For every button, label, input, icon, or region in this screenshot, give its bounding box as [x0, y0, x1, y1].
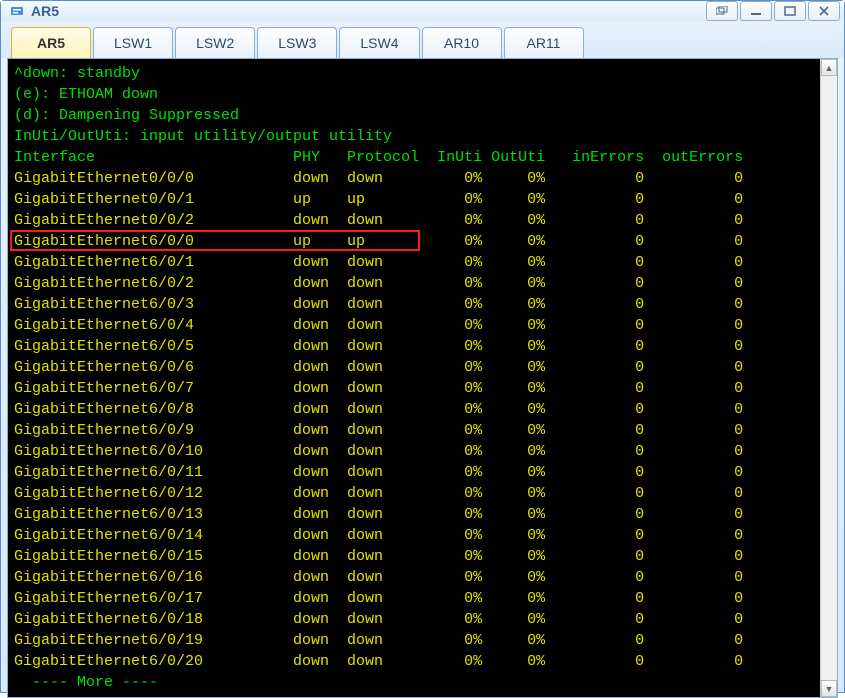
tab-lsw1[interactable]: LSW1: [93, 27, 173, 58]
tab-lsw3[interactable]: LSW3: [257, 27, 337, 58]
tab-ar10[interactable]: AR10: [422, 27, 502, 58]
table-row: GigabitEthernet6/0/8 down down 0% 0% 0 0: [14, 399, 820, 420]
table-row: GigabitEthernet6/0/18 down down 0% 0% 0 …: [14, 609, 820, 630]
terminal[interactable]: ^down: standby(e): ETHOAM down(d): Dampe…: [8, 59, 820, 697]
table-row: GigabitEthernet6/0/13 down down 0% 0% 0 …: [14, 504, 820, 525]
window-title: AR5: [31, 3, 59, 19]
titlebar: AR5: [1, 1, 844, 21]
table-row: GigabitEthernet6/0/16 down down 0% 0% 0 …: [14, 567, 820, 588]
client-area: ^down: standby(e): ETHOAM down(d): Dampe…: [7, 58, 838, 698]
table-row: GigabitEthernet6/0/10 down down 0% 0% 0 …: [14, 441, 820, 462]
terminal-info-line: InUti/OutUti: input utility/output utili…: [14, 126, 820, 147]
table-row: GigabitEthernet6/0/6 down down 0% 0% 0 0: [14, 357, 820, 378]
close-button[interactable]: [808, 1, 840, 21]
scroll-up-button[interactable]: ▲: [821, 59, 837, 76]
table-row: GigabitEthernet6/0/20 down down 0% 0% 0 …: [14, 651, 820, 672]
terminal-info-line: ^down: standby: [14, 63, 820, 84]
table-row: GigabitEthernet6/0/2 down down 0% 0% 0 0: [14, 273, 820, 294]
table-row: GigabitEthernet6/0/4 down down 0% 0% 0 0: [14, 315, 820, 336]
tab-lsw4[interactable]: LSW4: [339, 27, 419, 58]
tab-lsw2[interactable]: LSW2: [175, 27, 255, 58]
tab-bar: AR5LSW1LSW2LSW3LSW4AR10AR11: [1, 21, 844, 58]
table-row: GigabitEthernet0/0/2 down down 0% 0% 0 0: [14, 210, 820, 231]
table-row: GigabitEthernet6/0/9 down down 0% 0% 0 0: [14, 420, 820, 441]
terminal-info-line: (d): Dampening Suppressed: [14, 105, 820, 126]
app-icon: [9, 3, 25, 19]
terminal-header: Interface PHY Protocol InUti OutUti inEr…: [14, 147, 820, 168]
more-prompt: ---- More ----: [14, 672, 820, 693]
table-row: GigabitEthernet6/0/15 down down 0% 0% 0 …: [14, 546, 820, 567]
table-row: GigabitEthernet6/0/7 down down 0% 0% 0 0: [14, 378, 820, 399]
app-window: AR5 AR5LSW1LSW2LSW3LSW4AR10AR11 ^down: s…: [0, 0, 845, 693]
terminal-info-line: (e): ETHOAM down: [14, 84, 820, 105]
table-row: GigabitEthernet6/0/0 up up 0% 0% 0 0: [14, 231, 820, 252]
terminal-container: ^down: standby(e): ETHOAM down(d): Dampe…: [8, 59, 837, 697]
table-row: GigabitEthernet6/0/17 down down 0% 0% 0 …: [14, 588, 820, 609]
table-row: GigabitEthernet6/0/5 down down 0% 0% 0 0: [14, 336, 820, 357]
scrollbar[interactable]: ▲ ▼: [820, 59, 837, 697]
table-row: GigabitEthernet0/0/1 up up 0% 0% 0 0: [14, 189, 820, 210]
maximize-button[interactable]: [774, 1, 806, 21]
table-row: GigabitEthernet6/0/11 down down 0% 0% 0 …: [14, 462, 820, 483]
tab-ar5[interactable]: AR5: [11, 27, 91, 58]
table-row: GigabitEthernet0/0/0 down down 0% 0% 0 0: [14, 168, 820, 189]
table-row: GigabitEthernet6/0/19 down down 0% 0% 0 …: [14, 630, 820, 651]
tab-ar11[interactable]: AR11: [504, 27, 584, 58]
window-options-button[interactable]: [706, 1, 738, 21]
table-row: GigabitEthernet6/0/1 down down 0% 0% 0 0: [14, 252, 820, 273]
table-row: GigabitEthernet6/0/12 down down 0% 0% 0 …: [14, 483, 820, 504]
table-row: GigabitEthernet6/0/3 down down 0% 0% 0 0: [14, 294, 820, 315]
table-row: GigabitEthernet6/0/14 down down 0% 0% 0 …: [14, 525, 820, 546]
minimize-button[interactable]: [740, 1, 772, 21]
scroll-down-button[interactable]: ▼: [821, 680, 837, 697]
